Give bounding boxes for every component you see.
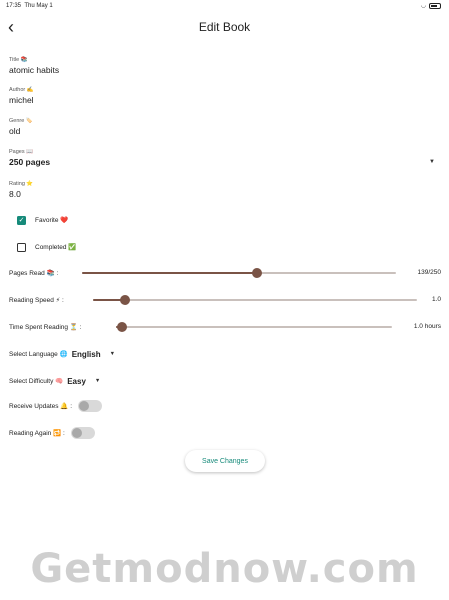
page-title: Edit Book	[198, 20, 251, 34]
genre-label: Genre 🏷️	[9, 118, 33, 124]
difficulty-dropdown-row: Select Difficulty 🧠 Easy ▼	[9, 375, 100, 387]
chevron-down-icon[interactable]: ▼	[95, 378, 100, 384]
status-time: 17:35 Thu May 1	[6, 3, 53, 9]
pages-read-value: 139/250	[417, 269, 442, 276]
save-changes-button[interactable]: Save Changes	[185, 450, 265, 472]
status-bar: 17:35 Thu May 1 ◡	[0, 0, 449, 12]
language-label: Select Language 🌐	[9, 351, 68, 358]
pages-label: Pages 📖	[9, 149, 33, 155]
genre-field[interactable]: Genre 🏷️ old	[9, 117, 33, 137]
chevron-down-icon[interactable]: ▼	[110, 351, 115, 357]
toggle-knob	[79, 401, 90, 411]
language-dropdown-row: Select Language 🌐 English ▼	[9, 348, 115, 360]
reading-again-toggle[interactable]	[70, 427, 95, 439]
receive-updates-row: Receive Updates 🔔 :	[9, 399, 103, 413]
time-spent-label: Time Spent Reading ⏳ :	[9, 324, 82, 331]
title-field[interactable]: Title 📚 atomic habits	[9, 56, 59, 76]
reading-again-row: Reading Again 🔁 :	[9, 426, 95, 440]
toggle-knob	[71, 428, 82, 438]
receive-updates-toggle[interactable]	[78, 400, 103, 412]
completed-checkbox[interactable]	[17, 242, 26, 252]
difficulty-select[interactable]: Easy	[67, 377, 86, 386]
favorite-checkbox-row[interactable]: ✓ Favorite ❤️	[17, 214, 68, 226]
app-bar: ‹ Edit Book	[0, 14, 449, 42]
rating-value[interactable]: 8.0	[9, 188, 33, 200]
genre-value[interactable]: old	[9, 125, 33, 137]
wifi-icon: ◡	[420, 3, 426, 9]
pages-read-fill	[82, 272, 257, 274]
time-spent-slider[interactable]	[116, 322, 392, 332]
reading-speed-slider-row: Reading Speed ⚡ : 1.0	[9, 293, 441, 307]
pages-read-slider-row: Pages Read 📚 : 139/250	[9, 266, 441, 280]
difficulty-label: Select Difficulty 🧠	[9, 378, 64, 385]
favorite-label: Favorite ❤️	[35, 217, 69, 224]
time-spent-value: 1.0 hours	[413, 323, 441, 330]
time-spent-slider-row: Time Spent Reading ⏳ : 1.0 hours	[9, 320, 441, 334]
reading-speed-thumb[interactable]	[120, 295, 131, 305]
language-select[interactable]: English	[72, 350, 101, 359]
favorite-checkbox[interactable]: ✓	[17, 215, 26, 225]
status-icons: ◡	[421, 2, 441, 9]
completed-checkbox-row[interactable]: Completed ✅	[17, 241, 76, 253]
battery-icon	[429, 2, 441, 9]
completed-label: Completed ✅	[35, 244, 77, 251]
chevron-down-icon[interactable]: ▼	[429, 159, 435, 165]
watermark: Getmodnow.com	[30, 546, 419, 592]
author-field[interactable]: Author ✍️ michel	[9, 86, 34, 106]
pages-select[interactable]: Pages 📖 250 pages ▼	[9, 148, 439, 168]
reading-speed-value: 1.0	[431, 296, 441, 303]
title-label: Title 📚	[9, 57, 28, 63]
author-label: Author ✍️	[9, 87, 34, 93]
pages-value[interactable]: 250 pages	[9, 156, 439, 168]
reading-speed-label: Reading Speed ⚡ :	[9, 297, 64, 304]
pages-read-slider[interactable]	[82, 268, 396, 278]
title-value[interactable]: atomic habits	[9, 64, 59, 76]
rating-field[interactable]: Rating ⭐ 8.0	[9, 180, 33, 200]
receive-updates-label: Receive Updates 🔔 :	[9, 403, 73, 410]
author-value[interactable]: michel	[9, 94, 34, 106]
reading-again-label: Reading Again 🔁 :	[9, 430, 65, 437]
reading-speed-slider[interactable]	[93, 295, 417, 305]
rating-label: Rating ⭐	[9, 181, 34, 187]
time-spent-thumb[interactable]	[116, 322, 127, 332]
pages-read-thumb[interactable]	[251, 268, 262, 278]
pages-read-label: Pages Read 📚 :	[9, 270, 59, 277]
